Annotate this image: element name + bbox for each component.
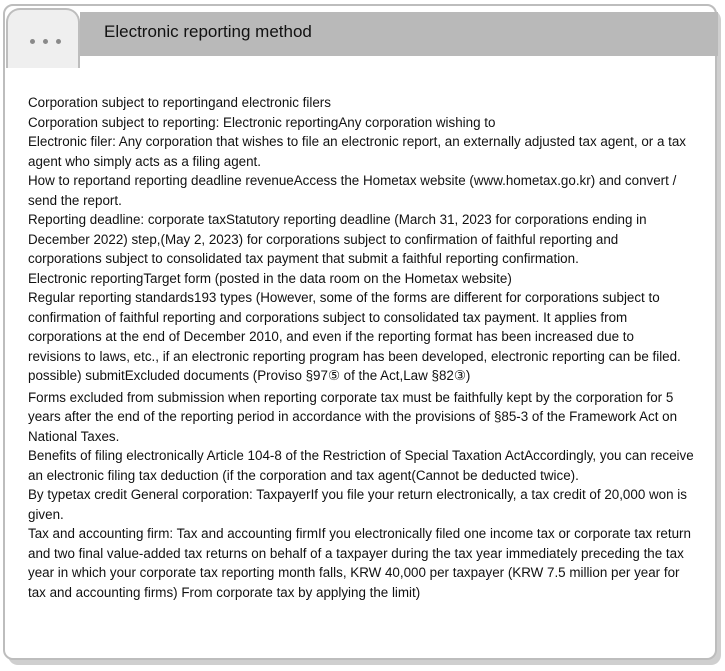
text-line: Corporation subject to reporting: Electr… xyxy=(28,114,496,130)
text-line: Corporation subject to reportingand elec… xyxy=(28,95,331,110)
text-line: revisions to laws, etc., if an electroni… xyxy=(28,348,681,364)
text-line: send the report. xyxy=(28,192,122,208)
text-line: Reporting deadline: corporate taxStatuto… xyxy=(28,212,647,227)
text-line: given. xyxy=(28,506,64,522)
dot-icon xyxy=(56,39,61,44)
text-line: years after the end of the reporting per… xyxy=(28,409,678,424)
window-title: Electronic reporting method xyxy=(104,22,312,41)
text-line: December 2022) step,(May 2, 2023) for co… xyxy=(28,231,619,247)
window-tab[interactable] xyxy=(6,8,80,68)
text-line: By typetax credit General corporation: T… xyxy=(28,487,687,502)
text-line: Regular reporting standards193 types (Ho… xyxy=(28,290,660,305)
dot-icon xyxy=(30,39,35,44)
text-line: Electronic filer: Any corporation that w… xyxy=(28,134,686,149)
text-line: tax and accounting firms) From corporate… xyxy=(28,584,421,600)
text-line: an electronic filing tax deduction (if t… xyxy=(28,467,579,483)
text-line: possible) submitExcluded documents (Prov… xyxy=(28,368,471,383)
text-line: and two final value-added tax returns on… xyxy=(28,545,684,561)
text-line: Electronic reportingTarget form (posted … xyxy=(28,270,512,286)
text-line: corporations at the end of December 2010… xyxy=(28,329,634,344)
dot-icon xyxy=(43,39,48,44)
text-line: year in which your corporate tax reporti… xyxy=(28,565,680,580)
text-line: Benefits of filing electronically Articl… xyxy=(28,448,694,463)
text-line: corporations subject to consolidated tax… xyxy=(28,251,579,266)
text-line: agent who simply acts as a filing agent. xyxy=(28,153,261,169)
text-line: confirmation of faithful reporting and c… xyxy=(28,309,628,325)
text-line: Tax and accounting firm: Tax and account… xyxy=(28,526,691,541)
text-line: National Taxes. xyxy=(28,428,120,444)
text-line: How to reportand reporting deadline reve… xyxy=(28,173,677,188)
text-line: Forms excluded from submission when repo… xyxy=(28,389,674,405)
more-options-icon[interactable] xyxy=(30,39,61,44)
document-body: Corporation subject to reportingand elec… xyxy=(28,93,700,602)
